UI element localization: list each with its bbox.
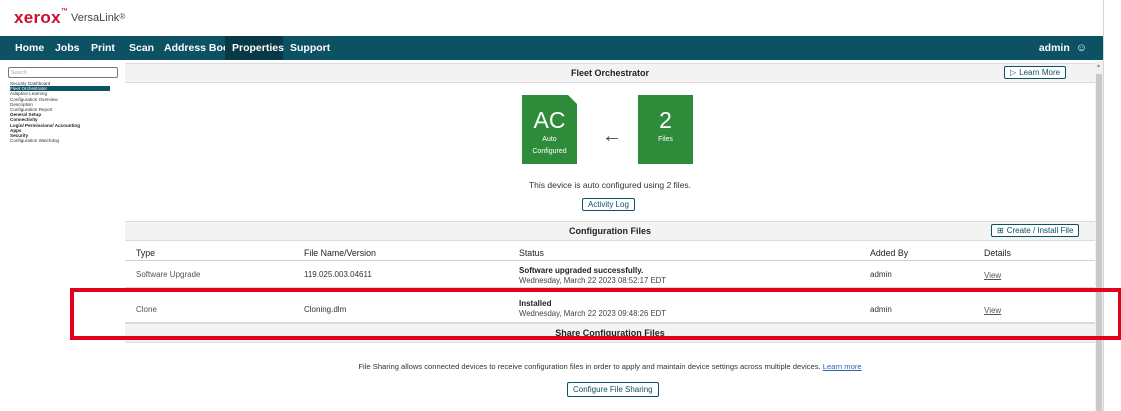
create-install-file-button[interactable]: ⊞ Create / Install File	[991, 224, 1080, 237]
activity-log-button[interactable]: Activity Log	[582, 198, 635, 211]
configure-file-sharing-button[interactable]: Configure File Sharing	[567, 382, 659, 397]
fleet-orchestrator-title: Fleet Orchestrator	[570, 68, 650, 78]
user-icon: ☺	[1075, 42, 1087, 54]
sidebar: Security Dashboard Fleet Orchestrator Ad…	[0, 60, 119, 411]
config-files-table-header: Type File Name/Version Status Added By D…	[125, 243, 1095, 261]
main-scrollbar[interactable]: ▲	[1095, 61, 1103, 411]
user-menu[interactable]: admin ☺	[1039, 36, 1087, 60]
nav-home[interactable]: Home	[8, 36, 51, 60]
files-count-tile: 2 Files	[638, 95, 693, 164]
page-right-border	[1103, 0, 1104, 411]
nav-support[interactable]: Support	[283, 36, 337, 60]
nav-scan[interactable]: Scan	[122, 36, 161, 60]
sidebar-search-input[interactable]	[8, 67, 118, 78]
scrollbar-thumb[interactable]	[1096, 74, 1102, 411]
learn-more-icon: ▷	[1010, 68, 1017, 77]
configuration-files-title: Configuration Files	[569, 226, 651, 236]
column-details: Details	[984, 248, 1011, 258]
configuration-files-header: Configuration Files	[125, 221, 1095, 241]
row-type: Software Upgrade	[136, 270, 201, 279]
top-navigation: Home Jobs Print Scan Address Book Proper…	[0, 36, 1103, 60]
row-view-link[interactable]: View	[984, 271, 1001, 280]
xerox-logo: xerox™	[14, 8, 69, 27]
file-sharing-learn-more-link[interactable]: Learn more	[823, 362, 862, 371]
row-file-name: 119.025.003.04611	[304, 270, 372, 279]
main-content: Fleet Orchestrator ▷ Learn More AC Auto C…	[125, 61, 1095, 411]
row-added-by: admin	[870, 270, 892, 279]
column-file-name: File Name/Version	[304, 248, 376, 258]
row-status: Software upgraded successfully.	[519, 266, 644, 275]
left-arrow-icon: ←	[602, 125, 622, 147]
column-status: Status	[519, 248, 544, 258]
fleet-orchestrator-header: Fleet Orchestrator	[125, 63, 1095, 83]
highlight-annotation-box	[70, 288, 1121, 340]
nav-properties[interactable]: Properties	[225, 36, 284, 60]
file-sharing-description: File Sharing allows connected devices to…	[358, 362, 862, 371]
learn-more-button[interactable]: ▷ Learn More	[1004, 66, 1067, 79]
user-name: admin	[1038, 42, 1070, 54]
brand-bar: xerox™ VersaLink®	[0, 0, 1121, 36]
nav-jobs[interactable]: Jobs	[48, 36, 87, 60]
column-type: Type	[136, 248, 156, 258]
auto-config-status-text: This device is auto configured using 2 f…	[528, 180, 692, 190]
product-name: VersaLink®	[71, 12, 126, 24]
sidebar-tree: Security Dashboard Fleet Orchestrator Ad…	[10, 81, 115, 143]
row-status-time: Wednesday, March 22 2023 08:52:17 EDT	[519, 276, 667, 285]
sidebar-item-configuration-watchdog[interactable]: Configuration Watchdog	[10, 138, 115, 143]
scroll-up-arrow-icon[interactable]: ▲	[1096, 63, 1101, 69]
table-row: Software Upgrade 119.025.003.04611 Softw…	[125, 261, 1095, 288]
tile-corner-fold	[568, 95, 577, 104]
auto-configured-tile: AC Auto Configured	[522, 95, 577, 164]
plus-box-icon: ⊞	[997, 226, 1004, 235]
column-added-by: Added By	[870, 248, 909, 258]
nav-print[interactable]: Print	[84, 36, 122, 60]
